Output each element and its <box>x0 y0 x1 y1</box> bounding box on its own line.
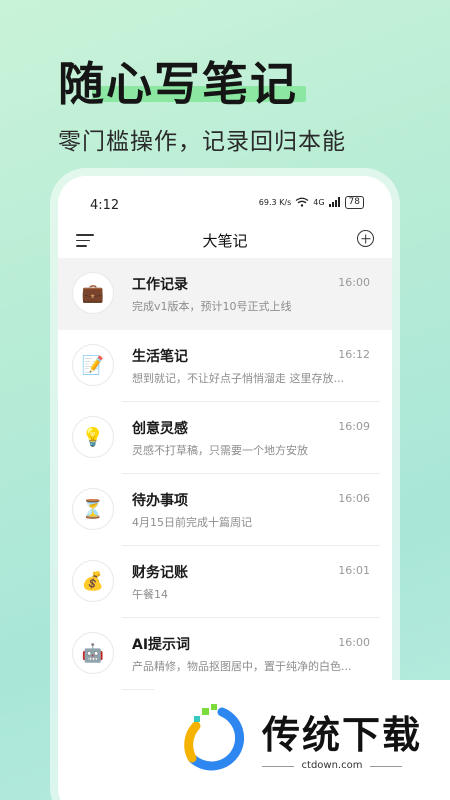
note-time: 16:00 <box>338 276 370 289</box>
note-item[interactable]: 📝 生活笔记 16:12 想到就记，不让好点子悄悄溜走 这里存放... <box>58 330 392 402</box>
robot-icon: 🤖 <box>72 632 114 674</box>
status-time: 4:12 <box>90 198 120 213</box>
note-title: 财务记账 <box>132 565 188 581</box>
note-preview: 产品精修，物品抠图居中，置于纯净的白色... <box>132 660 352 673</box>
note-time: 16:09 <box>338 420 370 433</box>
watermark-url: ctdown.com <box>262 760 402 771</box>
note-item[interactable]: 💡 创意灵感 16:09 灵感不打草稿，只需要一个地方安放 <box>58 402 392 474</box>
net-speed: 69.3 K/s <box>258 198 292 207</box>
promo-subline: 零门槛操作，记录回归本能 <box>58 129 346 155</box>
note-title: 生活笔记 <box>132 349 188 365</box>
wifi-icon <box>295 197 309 209</box>
notepad-icon: 📝 <box>72 344 114 386</box>
signal-icon <box>328 196 341 209</box>
note-title: AI提示词 <box>132 637 191 653</box>
signal-label: 4G <box>313 198 325 207</box>
note-item[interactable]: ⏳ 待办事项 16:06 4月15日前完成十篇周记 <box>58 474 392 546</box>
watermark-name: 传统下载 <box>262 713 423 757</box>
page-title: 大笔记 <box>202 232 248 250</box>
note-time: 16:12 <box>338 348 370 361</box>
note-time: 16:06 <box>338 492 370 505</box>
note-item[interactable]: 💼 工作记录 16:00 完成v1版本，预计10号正式上线 <box>58 258 392 330</box>
note-title: 待办事项 <box>132 493 188 509</box>
hourglass-icon: ⏳ <box>72 488 114 530</box>
status-bar: 4:12 69.3 K/s 4G 78 <box>58 176 392 230</box>
note-preview: 想到就记，不让好点子悄悄溜走 这里存放... <box>132 372 344 385</box>
add-note-button[interactable] <box>357 230 374 247</box>
watermark-logo-icon <box>184 704 245 771</box>
moneybag-icon: 💰 <box>72 560 114 602</box>
note-time: 16:00 <box>338 636 370 649</box>
note-preview: 午餐14 <box>132 588 168 601</box>
status-icons: 69.3 K/s 4G 78 <box>259 196 364 209</box>
note-preview: 完成v1版本，预计10号正式上线 <box>132 300 292 313</box>
note-item[interactable]: 💰 财务记账 16:01 午餐14 <box>58 546 392 618</box>
lightbulb-icon: 💡 <box>72 416 114 458</box>
note-time: 16:01 <box>338 564 370 577</box>
note-preview: 4月15日前完成十篇周记 <box>132 516 252 529</box>
notes-list: 💼 工作记录 16:00 完成v1版本，预计10号正式上线 📝 生活笔记 16:… <box>58 258 392 690</box>
note-title: 创意灵感 <box>132 421 188 437</box>
battery-icon: 78 <box>344 196 364 209</box>
note-preview: 灵感不打草稿，只需要一个地方安放 <box>132 444 308 457</box>
note-title: 工作记录 <box>132 277 188 293</box>
promo-headline: 随心写笔记 <box>58 57 298 111</box>
briefcase-icon: 💼 <box>72 272 114 314</box>
